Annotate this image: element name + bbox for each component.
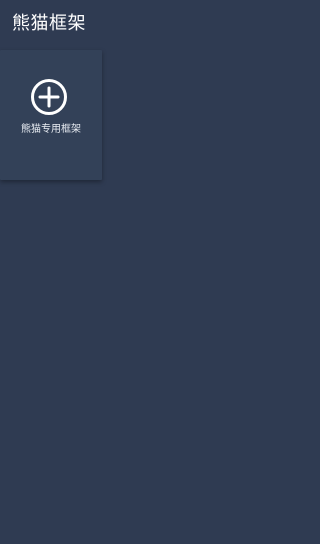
page-title: 熊猫框架 (12, 13, 86, 34)
add-framework-tile[interactable]: 熊猫专用框架 (0, 50, 102, 180)
tile-label: 熊猫专用框架 (21, 124, 81, 135)
add-circle-icon (30, 78, 68, 116)
app-screen: 熊猫框架 熊猫专用框架 (0, 0, 315, 544)
